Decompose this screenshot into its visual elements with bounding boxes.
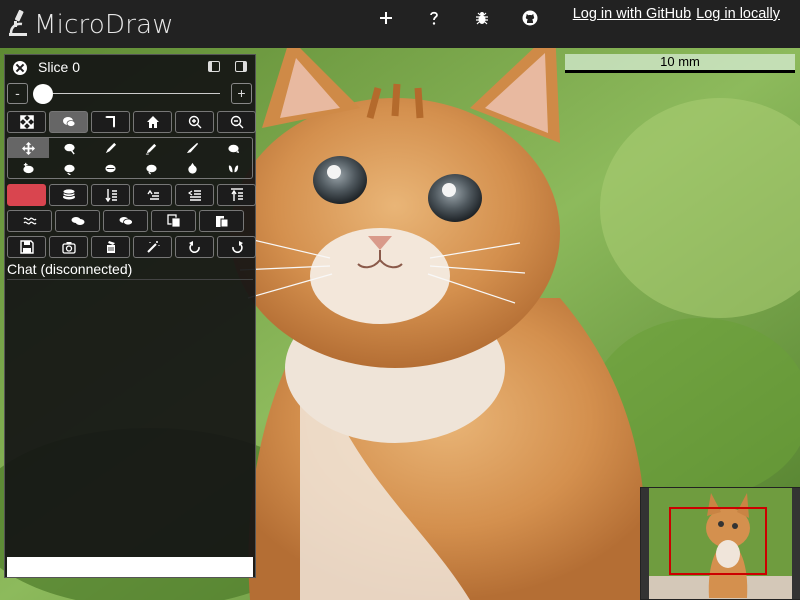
redo-icon[interactable] bbox=[217, 236, 256, 258]
header-actions bbox=[362, 8, 554, 28]
chat-bubble-icon[interactable] bbox=[49, 111, 88, 133]
pen-icon[interactable] bbox=[172, 138, 213, 158]
clear-icon[interactable] bbox=[91, 236, 130, 258]
add-point-icon[interactable] bbox=[8, 158, 49, 178]
home-icon[interactable] bbox=[133, 111, 172, 133]
zoom-out-icon[interactable] bbox=[217, 111, 256, 133]
indent-less-icon[interactable] bbox=[175, 184, 214, 206]
top-bar: MicroDraw Log in with GitHub Log in local… bbox=[0, 0, 800, 48]
move-icon[interactable] bbox=[8, 138, 49, 158]
undo-icon[interactable] bbox=[175, 236, 214, 258]
zoom-in-icon[interactable] bbox=[175, 111, 214, 133]
paste-icon[interactable] bbox=[199, 210, 244, 232]
simplify-icon[interactable] bbox=[90, 158, 131, 178]
rotate-icon[interactable] bbox=[213, 138, 254, 158]
draw-icon[interactable] bbox=[90, 138, 131, 158]
close-icon[interactable] bbox=[13, 61, 27, 75]
region-toolbar bbox=[7, 184, 256, 206]
slice-title: Slice 0 bbox=[38, 59, 81, 75]
smooth-icon[interactable] bbox=[131, 158, 172, 178]
color-swatch-icon[interactable] bbox=[7, 184, 46, 206]
to-top-icon[interactable] bbox=[217, 184, 256, 206]
slice-slider-thumb[interactable] bbox=[33, 84, 53, 104]
chat-input[interactable] bbox=[7, 557, 253, 577]
slice-slider-row: - + bbox=[7, 83, 253, 105]
bug-icon[interactable] bbox=[458, 8, 506, 28]
magic-wand-icon[interactable] bbox=[133, 236, 172, 258]
scale-bar-label: 10 mm bbox=[660, 54, 700, 69]
wave-icon[interactable] bbox=[7, 210, 52, 232]
select-icon[interactable] bbox=[49, 138, 90, 158]
slice-increment-button[interactable]: + bbox=[231, 83, 252, 104]
app-title: MicroDraw bbox=[34, 10, 174, 40]
script-icon[interactable] bbox=[91, 111, 130, 133]
panel-header: Slice 0 bbox=[5, 55, 255, 81]
layers-icon[interactable] bbox=[49, 184, 88, 206]
microscope-icon bbox=[8, 9, 30, 41]
login-local-link[interactable]: Log in locally bbox=[696, 6, 780, 22]
edit-toolbar bbox=[7, 210, 244, 232]
dock-left-icon[interactable] bbox=[208, 61, 220, 72]
save-icon[interactable] bbox=[7, 236, 46, 258]
scale-bar: 10 mm bbox=[565, 54, 795, 74]
draw-polygon-icon[interactable] bbox=[131, 138, 172, 158]
union-icon[interactable] bbox=[55, 210, 100, 232]
login-links: Log in with GitHub Log in locally bbox=[568, 6, 780, 22]
login-github-link[interactable]: Log in with GitHub bbox=[573, 6, 691, 22]
chat-status-label: Chat (disconnected) bbox=[7, 261, 133, 277]
dock-right-icon[interactable] bbox=[235, 61, 247, 72]
tool-panel: Slice 0 - + Chat (disconnected) bbox=[4, 54, 256, 578]
delete-point-icon[interactable] bbox=[49, 158, 90, 178]
brand[interactable]: MicroDraw bbox=[8, 9, 174, 41]
github-icon[interactable] bbox=[506, 8, 554, 28]
sort-descending-icon[interactable] bbox=[133, 184, 172, 206]
split-icon[interactable] bbox=[213, 158, 254, 178]
navigator-viewport[interactable] bbox=[669, 507, 767, 575]
screenshot-icon[interactable] bbox=[49, 236, 88, 258]
copy-icon[interactable] bbox=[151, 210, 196, 232]
file-toolbar bbox=[7, 236, 256, 258]
slice-slider-track[interactable] bbox=[35, 93, 220, 94]
drawing-toolbar bbox=[7, 137, 253, 179]
intersect-icon[interactable] bbox=[103, 210, 148, 232]
fullscreen-icon[interactable] bbox=[7, 111, 46, 133]
navigator-thumbnail[interactable] bbox=[640, 487, 800, 600]
sort-ascending-icon[interactable] bbox=[91, 184, 130, 206]
slice-decrement-button[interactable]: - bbox=[7, 83, 28, 104]
flip-icon[interactable] bbox=[172, 158, 213, 178]
chat-log[interactable] bbox=[7, 279, 253, 555]
help-icon[interactable] bbox=[410, 8, 458, 28]
navigation-toolbar bbox=[7, 111, 256, 133]
add-icon[interactable] bbox=[362, 8, 410, 28]
